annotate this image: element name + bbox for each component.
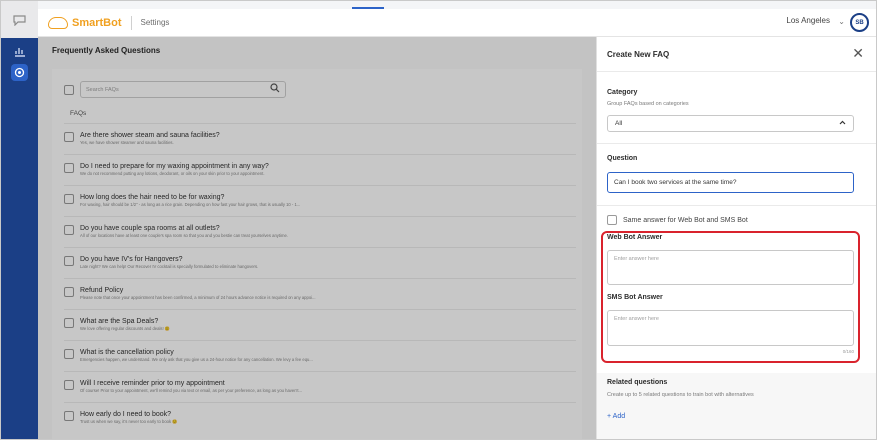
settings-icon[interactable] — [11, 64, 28, 81]
modal-backdrop[interactable] — [38, 37, 596, 439]
related-subtitle: Create up to 5 related questions to trai… — [607, 392, 754, 398]
app-window: SmartBot Settings Los Angeles ⌄ SB Frequ… — [0, 0, 877, 440]
chevron-down-icon[interactable]: ⌄ — [838, 17, 845, 26]
rail-header — [1, 1, 38, 38]
web-answer-field[interactable]: Enter answer here — [607, 250, 854, 285]
smartbot-logo-icon — [48, 16, 68, 29]
sms-char-counter: 0/160 — [842, 349, 854, 354]
panel-divider — [597, 205, 876, 206]
question-input[interactable]: Can I book two services at the same time… — [607, 172, 854, 193]
web-answer-label: Web Bot Answer — [607, 234, 663, 241]
panel-divider — [597, 143, 876, 144]
left-nav-rail — [1, 38, 38, 439]
category-label: Category — [607, 89, 638, 96]
create-faq-panel: Create New FAQ ✕ Category Group FAQs bas… — [596, 37, 876, 439]
same-answer-row: Same answer for Web Bot and SMS Bot — [607, 215, 748, 225]
related-label: Related questions — [607, 379, 668, 386]
chevron-up-icon — [839, 120, 846, 127]
location-selector[interactable]: Los Angeles — [786, 16, 830, 25]
same-answer-label[interactable]: Same answer for Web Bot and SMS Bot — [623, 217, 748, 224]
category-value: All — [615, 120, 623, 127]
category-select[interactable]: All — [607, 115, 854, 132]
sms-answer-field[interactable]: Enter answer here — [607, 310, 854, 346]
top-bar: SmartBot Settings Los Angeles ⌄ SB — [38, 9, 876, 37]
same-answer-checkbox[interactable] — [607, 215, 617, 225]
panel-divider — [597, 71, 876, 72]
app-area: SmartBot Settings Los Angeles ⌄ SB Frequ… — [38, 1, 876, 439]
brand-logo[interactable]: SmartBot — [48, 16, 122, 29]
avatar[interactable]: SB — [850, 13, 869, 32]
close-icon[interactable]: ✕ — [852, 46, 864, 60]
section-title: Settings — [140, 18, 170, 27]
category-subtitle: Group FAQs based on categories — [607, 101, 689, 107]
question-label: Question — [607, 155, 638, 162]
analytics-icon[interactable] — [11, 43, 28, 60]
add-related-button[interactable]: + Add — [607, 413, 625, 420]
brand-name: SmartBot — [72, 16, 122, 29]
topbar-divider — [130, 15, 132, 30]
sms-answer-label: SMS Bot Answer — [607, 294, 663, 301]
chat-bubble-icon[interactable] — [11, 12, 28, 29]
panel-title: Create New FAQ — [607, 50, 670, 59]
